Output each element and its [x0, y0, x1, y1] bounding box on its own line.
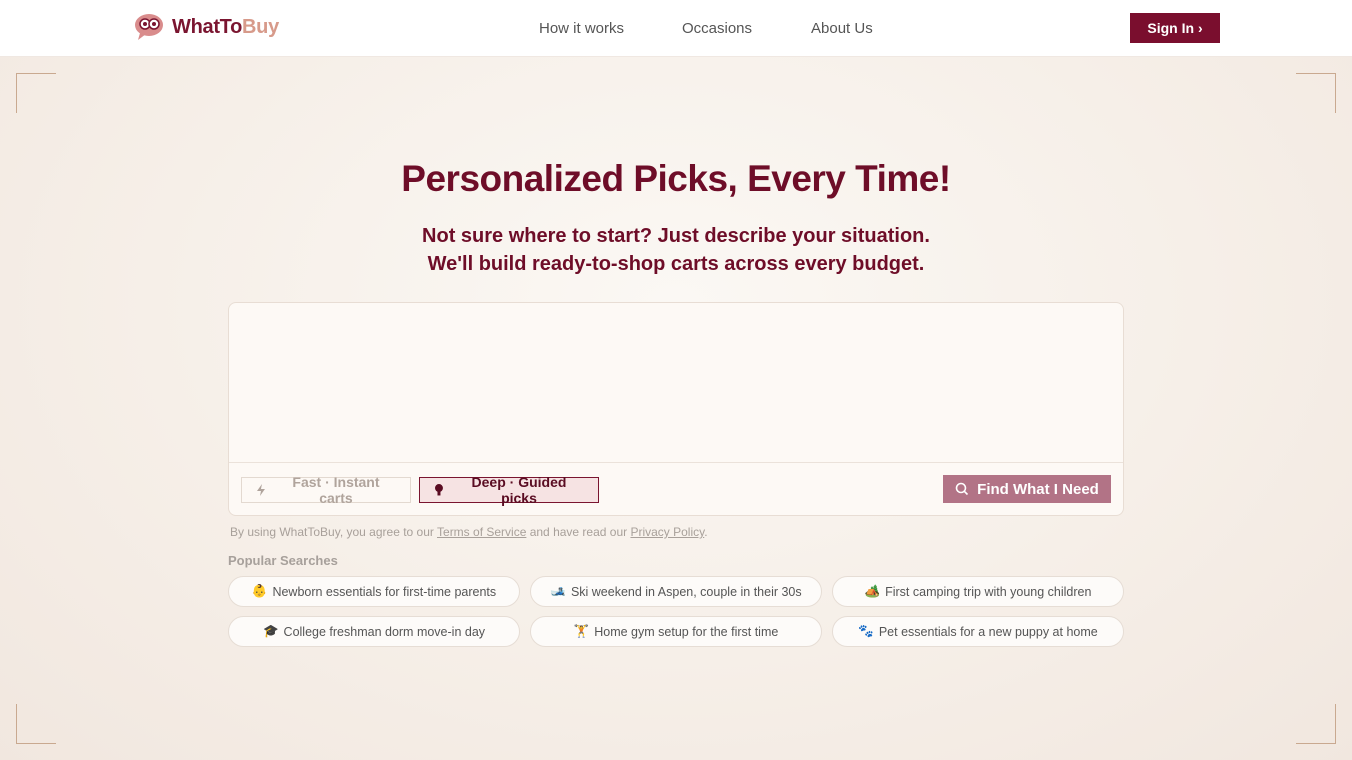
graduation-cap-icon: 🎓 — [262, 624, 279, 638]
corner-bracket-bottom-left — [16, 704, 56, 744]
popular-chip[interactable]: 🎿 Ski weekend in Aspen, couple in their … — [530, 576, 822, 607]
corner-bracket-bottom-right — [1296, 704, 1336, 744]
search-panel: Fast · Instant carts Deep · Guided picks… — [228, 302, 1124, 516]
corner-bracket-top-left — [16, 73, 56, 113]
popular-chip[interactable]: 🎓 College freshman dorm move-in day — [228, 616, 520, 647]
chip-label: Pet essentials for a new puppy at home — [878, 624, 1098, 639]
popular-chip[interactable]: 👶 Newborn essentials for first-time pare… — [228, 576, 520, 607]
chat-bubble-logo-icon — [135, 14, 163, 40]
chip-label: First camping trip with young children — [885, 584, 1092, 599]
brand-name: WhatToBuy — [172, 15, 279, 38]
popular-chip[interactable]: 🏋️ Home gym setup for the first time — [530, 616, 822, 647]
page-title: Personalized Picks, Every Time! — [401, 158, 951, 199]
find-what-i-need-button[interactable]: Find What I Need — [943, 475, 1111, 503]
nav-about-us[interactable]: About Us — [811, 20, 873, 37]
terms-link[interactable]: Terms of Service — [437, 525, 526, 539]
brand-logo[interactable]: WhatToBuy — [134, 12, 279, 42]
chip-label: Home gym setup for the first time — [594, 624, 779, 639]
mode-fast-label: Fast · Instant carts — [292, 474, 380, 506]
nav-how-it-works[interactable]: How it works — [539, 20, 624, 37]
popular-searches-heading: Popular Searches — [228, 553, 338, 568]
paw-prints-icon: 🐾 — [858, 624, 874, 638]
mode-fast-button[interactable]: Fast · Instant carts — [241, 474, 411, 506]
camping-icon: 🏕️ — [864, 584, 881, 598]
corner-bracket-top-right — [1296, 73, 1336, 113]
situation-input[interactable] — [229, 303, 1123, 463]
legal-middle: and have read our — [526, 525, 631, 539]
subtitle-line-1: Not sure where to start? Just describe y… — [422, 225, 930, 247]
chip-label: College freshman dorm move-in day — [283, 624, 486, 639]
legal-notice: By using WhatToBuy, you agree to our Ter… — [230, 525, 708, 539]
privacy-link[interactable]: Privacy Policy — [630, 525, 704, 539]
search-icon — [955, 482, 969, 496]
baby-icon: 👶 — [251, 584, 268, 598]
lightning-icon — [256, 484, 265, 496]
mode-deep-button[interactable]: Deep · Guided picks — [419, 474, 599, 506]
ski-icon: 🎿 — [550, 584, 566, 598]
mode-deep-label: Deep · Guided picks — [471, 474, 567, 506]
sign-in-button[interactable]: Sign In › — [1130, 13, 1220, 43]
lightbulb-icon — [434, 484, 443, 496]
legal-prefix: By using WhatToBuy, you agree to our — [230, 525, 438, 539]
nav-occasions[interactable]: Occasions — [682, 20, 752, 37]
weightlifter-icon: 🏋️ — [573, 624, 590, 638]
legal-suffix: . — [704, 525, 708, 539]
chip-label: Newborn essentials for first-time parent… — [272, 584, 497, 599]
popular-chip[interactable]: 🐾 Pet essentials for a new puppy at home — [832, 616, 1124, 647]
subtitle-line-2: We'll build ready-to-shop carts across e… — [427, 253, 925, 275]
chip-label: Ski weekend in Aspen, couple in their 30… — [570, 584, 802, 599]
site-header: WhatToBuy How it works Occasions About U… — [0, 0, 1352, 57]
popular-chip[interactable]: 🏕️ First camping trip with young childre… — [832, 576, 1124, 607]
find-button-label: Find What I Need — [977, 480, 1099, 498]
